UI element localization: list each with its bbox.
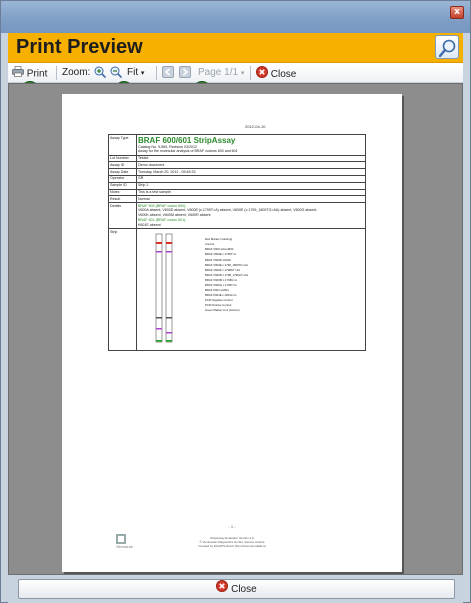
row-key: Notes	[108, 188, 137, 197]
footer-line: Created by ECHIPS-Direct http://www.vien…	[198, 544, 266, 548]
zoom-in-button[interactable]	[94, 66, 107, 80]
assay-line: Assay for the molecular analysis of BRAF…	[138, 149, 238, 154]
zoom-in-icon	[94, 66, 107, 79]
footer-page-number: - 1 -	[228, 524, 236, 529]
chevron-down-icon: ▾	[240, 70, 245, 77]
strip-cell: Red Marker (marking) Control BRAF V600 w…	[136, 228, 366, 351]
table-row: Assay ID Demo document	[108, 161, 366, 170]
table-row: Sample ID Strip 1	[108, 181, 366, 190]
table-row: Lot Number Testlot	[108, 154, 366, 163]
chevron-down-icon: ▾	[140, 70, 145, 77]
row-key: Operator	[108, 174, 137, 183]
preview-viewport[interactable]: 2012-04-10 Assay Type BRAF 600/601 Strip…	[8, 83, 463, 575]
previous-page-icon	[162, 66, 174, 78]
toolbar-divider	[56, 66, 57, 80]
details-value: BRAF 600 (BRAF codon 600): V600A absent,…	[136, 202, 366, 230]
toolbar-divider	[250, 66, 251, 80]
assay-title: BRAF 600/601 StripAssay	[138, 135, 236, 145]
print-button[interactable]: Print	[12, 66, 47, 80]
row-key: Sample ID	[108, 181, 137, 190]
close-button-label: Close	[231, 584, 257, 596]
row-value: Demo document	[136, 161, 366, 170]
table-row: Operator GR	[108, 174, 366, 183]
title-bar: x	[1, 1, 470, 33]
row-key: Details	[108, 202, 137, 230]
report-table: Assay Type BRAF 600/601 StripAssay Catal…	[108, 134, 366, 351]
row-value: This is a test sample.	[136, 188, 366, 197]
row-key: Assay Type	[108, 134, 137, 156]
table-row: Notes This is a test sample.	[108, 188, 366, 197]
report-page: 2012-04-10 Assay Type BRAF 600/601 Strip…	[62, 94, 402, 572]
row-key: Strip	[108, 228, 137, 351]
zoom-label: Zoom:	[62, 67, 91, 78]
table-row: Details BRAF 600 (BRAF codon 600): V600A…	[108, 202, 366, 230]
bottom-bar: Close	[8, 575, 463, 603]
report-date: 2012-04-10	[245, 124, 266, 129]
close-label: Close	[270, 69, 297, 81]
table-row: Strip Red Marker (marking) Control BRAF …	[108, 228, 366, 351]
fit-label: Fit	[127, 67, 139, 78]
row-value: BRAF 600/601 StripAssay Catalog No. 5-56…	[136, 134, 366, 156]
zoom-out-button[interactable]	[110, 66, 123, 80]
previous-page-button[interactable]	[162, 66, 174, 80]
page-label: Page 1/1	[198, 67, 239, 78]
row-value: Strip 1	[136, 181, 366, 190]
print-preview-window: x Print Preview Print Zoom: Fit ▾ Page 1…	[0, 0, 471, 603]
strip-diagram	[155, 233, 173, 342]
table-row: Assay Type BRAF 600/601 StripAssay Catal…	[108, 134, 366, 156]
details-line: K601E absent	[138, 222, 161, 227]
magnifier-icon	[435, 35, 459, 59]
header-bar: Print Preview	[8, 33, 463, 63]
row-value: Normal	[136, 195, 366, 204]
toolbar-divider	[156, 66, 157, 80]
next-page-button[interactable]	[179, 66, 191, 80]
print-label: Print	[26, 68, 48, 80]
row-value: GR	[136, 174, 366, 183]
row-key: Result	[108, 195, 137, 204]
close-circle-icon	[216, 580, 229, 599]
page-selector[interactable]: Page 1/1 ▾	[198, 66, 244, 80]
printer-icon	[12, 66, 24, 82]
strip-label: BRAF V600E c.1799_1800TG>AA	[205, 262, 248, 267]
fit-dropdown[interactable]: Fit ▾	[127, 66, 144, 80]
row-key: Assay ID	[108, 161, 137, 170]
table-row: Assay Date Tuesday, March 20, 2012 - 09:4…	[108, 168, 366, 176]
row-key: Assay Date	[108, 168, 137, 176]
row-value: Tuesday, March 20, 2012 - 09:45:33	[136, 168, 366, 176]
row-key: Lot Number	[108, 154, 137, 163]
close-button[interactable]: Close	[18, 579, 455, 599]
table-row: Result Normal	[108, 195, 366, 204]
window-close-button[interactable]: x	[450, 6, 464, 19]
toolbar: Print Zoom: Fit ▾ Page 1/1 ▾ Close	[8, 63, 463, 83]
page-title: Print Preview	[16, 36, 143, 58]
strip-label: Green Marker Line (bottom)	[205, 308, 240, 313]
next-page-icon	[179, 66, 191, 78]
row-value: Testlot	[136, 154, 366, 163]
zoom-out-icon	[110, 66, 123, 79]
toolbar-close-button[interactable]: Close	[256, 66, 296, 80]
close-circle-icon	[256, 66, 268, 83]
